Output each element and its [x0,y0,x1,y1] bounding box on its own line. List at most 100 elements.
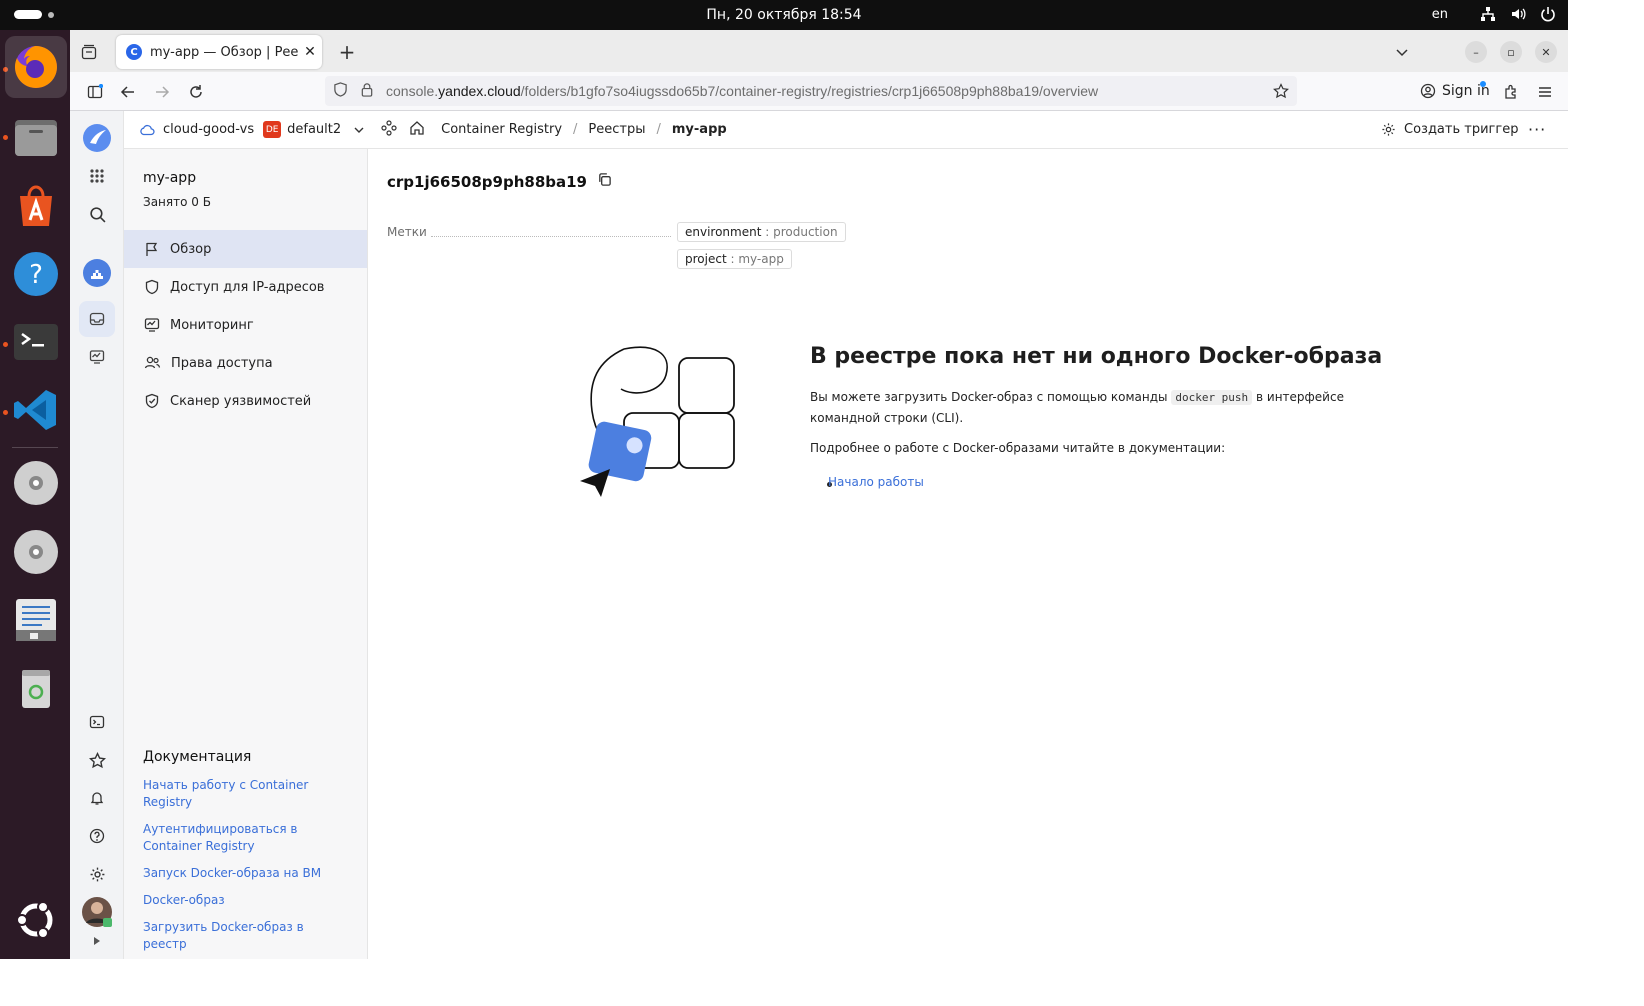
url-path: /folders/b1gfo7so4iugssdo65b7/container-… [520,83,1099,99]
doc-link-push-image[interactable]: Загрузить Docker-образ в реестр [143,919,343,953]
app-menu-button[interactable] [1534,81,1556,103]
disc-launcher[interactable] [5,452,67,514]
sidebar-item-access-rights[interactable]: Права доступа [124,344,367,382]
home-icon [410,120,424,135]
list-tabs-button[interactable] [1391,41,1413,63]
inbox-icon [89,312,105,326]
maximize-button[interactable]: ▫ [1500,41,1522,63]
avatar-icon [82,897,112,927]
tracking-protection-icon[interactable] [333,81,348,101]
doc-link-docker-image[interactable]: Docker-образ [143,892,343,909]
favorites-button[interactable] [79,742,115,778]
search-icon [89,206,106,223]
breadcrumb-registries[interactable]: Реестры [588,122,645,137]
grid-icon [90,169,104,183]
breadcrumb-container-registry[interactable]: Container Registry [441,122,562,137]
label-key: environment [685,225,762,239]
users-icon [144,356,161,369]
files-launcher[interactable] [5,106,67,168]
tab-close-icon[interactable]: ✕ [298,44,322,60]
service-map-button[interactable] [381,119,397,140]
sidebar-toggle-button[interactable] [84,81,106,103]
doc-link-authenticate[interactable]: Аутентифицироваться в Container Registry [143,821,343,855]
sidebar-item-monitoring[interactable]: Мониторинг [124,306,367,344]
show-apps-button[interactable] [5,889,67,951]
expand-rail-button[interactable] [79,931,115,951]
help-button[interactable] [79,818,115,854]
label-tag: environment : production [677,222,846,242]
home-button[interactable] [409,120,425,140]
trash-launcher[interactable] [5,657,67,719]
container-registry-service[interactable] [79,255,115,291]
account-icon [1420,83,1436,99]
forward-button[interactable] [151,81,173,103]
url-prefix: console. [386,83,439,99]
app-center-launcher[interactable] [5,175,67,237]
sidebar-item-label: Мониторинг [170,317,254,333]
disc-launcher[interactable] [5,521,67,583]
cloud-shell-button[interactable] [79,704,115,740]
empty-state-docs-text: Подробнее о работе с Docker-образами чит… [810,441,1226,455]
all-services-button[interactable] [79,158,115,194]
minimize-button[interactable]: – [1465,41,1487,63]
puzzle-icon [1505,84,1516,99]
registries-nav-item[interactable] [79,301,115,337]
copy-id-button[interactable] [597,172,612,191]
arrow-left-icon [120,86,134,98]
more-actions-button[interactable]: ··· [1528,120,1546,139]
url-text[interactable]: console.yandex.cloud/folders/b1gfo7so4iu… [386,83,1098,99]
new-tab-button[interactable]: + [336,40,358,64]
search-button[interactable] [79,196,115,232]
lock-icon[interactable] [360,82,374,101]
extensions-button[interactable] [1500,81,1522,103]
cloud-selector[interactable]: cloud-good-vs [139,122,254,138]
folder-selector[interactable]: DE default2 [263,121,365,138]
help-launcher[interactable]: ? [5,243,67,305]
sidebar-item-vulnerability-scanner[interactable]: Сканер уязвимостей [124,382,367,420]
labels-key: Метки [387,225,427,239]
create-trigger-button[interactable]: Создать триггер [1381,122,1518,137]
firefox-launcher[interactable] [5,36,67,98]
app-center-icon [20,185,52,226]
files-icon [15,120,57,156]
address-bar[interactable]: console.yandex.cloud/folders/b1gfo7so4iu… [325,76,1297,106]
empty-state-description: Вы можете загрузить Docker-образ с помощ… [810,387,1380,428]
notifications-button[interactable] [79,780,115,816]
system-tray[interactable]: en [1432,6,1556,22]
tab-overview-button[interactable] [78,41,100,63]
yandex-cloud-logo[interactable] [79,120,115,156]
breadcrumb-separator: / [656,122,661,137]
terminal-launcher[interactable] [5,311,67,373]
back-button[interactable] [117,81,139,103]
copy-icon [599,173,611,186]
monitor-icon [144,318,160,332]
sidebar-item-overview[interactable]: Обзор [124,230,367,268]
close-window-button[interactable]: ✕ [1535,41,1557,63]
getting-started-link[interactable]: Начало работы [828,475,924,489]
terminal-icon [14,324,58,360]
doc-link-getting-started[interactable]: Начать работу с Container Registry [143,777,343,811]
bookmark-star-icon[interactable] [1273,83,1289,103]
sign-in-button[interactable]: Sign in [1412,77,1490,105]
keyboard-layout[interactable]: en [1432,7,1448,22]
doc-link-run-on-vm[interactable]: Запуск Docker-образа на ВМ [143,865,343,882]
triangle-right-icon [94,937,100,945]
system-clock[interactable]: Пн, 20 октября 18:54 [0,7,1568,23]
sidebar-item-ip-access[interactable]: Доступ для IP-адресов [124,268,367,306]
cloud-logo-icon [83,124,111,152]
reload-button[interactable] [185,81,207,103]
text-editor-launcher[interactable] [5,589,67,651]
user-avatar[interactable] [79,894,115,930]
star-icon [88,751,106,768]
sidebar-item-label: Обзор [170,241,212,257]
cloud-console: cloud-good-vs DE default2 Container Regi… [70,111,1568,959]
registry-name: my-app [143,170,197,186]
minimize-icon: – [1473,45,1479,59]
browser-tab[interactable]: C my-app — Обзор | Реестр ✕ [116,35,322,69]
settings-button[interactable] [79,856,115,892]
monitoring-nav-item[interactable] [79,339,115,375]
sidebar-icon [87,84,103,99]
empty-text-part1: Вы можете загрузить Docker-образ с помощ… [810,390,1168,404]
vscode-launcher[interactable] [5,379,67,441]
empty-state-title: В реестре пока нет ни одного Docker-обра… [810,344,1383,369]
